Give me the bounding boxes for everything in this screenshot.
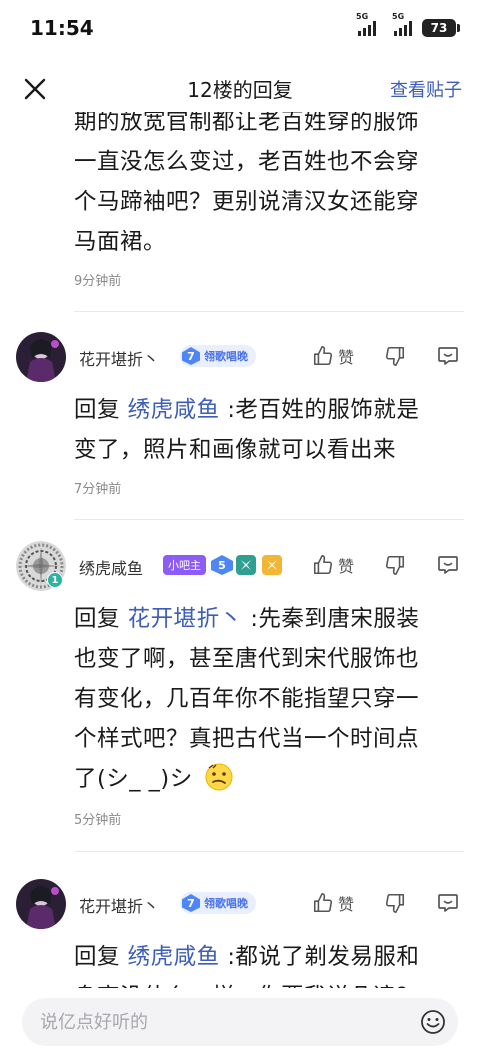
emoji-icon[interactable] <box>420 1009 446 1035</box>
avatar[interactable] <box>16 332 66 382</box>
reply-prefix: 回复 <box>74 606 121 632</box>
divider <box>74 311 464 312</box>
dislike-button[interactable] <box>384 892 406 914</box>
dislike-button[interactable] <box>384 345 406 367</box>
text-line: :老百姓的服饰就是 <box>227 397 420 423</box>
like-button[interactable]: 赞 <box>312 891 354 915</box>
network-label-2: 5G <box>392 12 405 21</box>
avatar[interactable] <box>16 879 66 929</box>
battery-icon: 73 <box>422 19 460 37</box>
comment-icon <box>438 894 458 912</box>
achievement-badge-icon <box>262 555 282 575</box>
divider <box>74 519 464 520</box>
dislike-button[interactable] <box>384 554 406 576</box>
timestamp: 5分钟前 <box>74 813 122 828</box>
status-bar: 11:54 5G 5G 73 <box>0 0 480 56</box>
thumbs-down-icon <box>385 893 405 913</box>
text-line: :先秦到唐宋服装 <box>250 606 420 632</box>
thumbs-up-icon <box>313 555 333 575</box>
like-button[interactable]: 赞 <box>312 553 354 577</box>
text-line: 也变了啊，甚至唐代到宋代服饰也 <box>74 646 420 672</box>
text-line: 个样式吧？真把古代当一个时间点 <box>74 726 420 752</box>
comment-button[interactable] <box>436 553 460 577</box>
signal-icon: 5G <box>356 12 376 36</box>
thumbs-up-icon <box>313 346 333 366</box>
username[interactable]: 花开堪折丶 <box>79 893 159 917</box>
badge-name: 翎歌唱晚 <box>204 350 248 363</box>
status-time: 11:54 <box>30 16 94 40</box>
reply-prefix: 回复 <box>74 397 121 423</box>
text-line: 一直没怎么变过，老百姓也不会穿 <box>74 149 420 175</box>
level-badge[interactable]: 5 <box>211 555 233 575</box>
thinking-emoji-icon <box>205 763 233 791</box>
level-number: 5 <box>218 558 226 572</box>
avatar-level-badge: 1 <box>47 572 63 588</box>
like-button[interactable]: 赞 <box>312 344 354 368</box>
text-line: 马面裙。 <box>74 229 167 255</box>
reply-list[interactable]: 期的放宽官制都让老百姓穿的服饰 一直没怎么变过，老百姓也不会穿 个马蹄袖吧？更别… <box>0 112 480 988</box>
reply-input[interactable] <box>40 1011 370 1033</box>
comment-button[interactable] <box>436 344 460 368</box>
divider <box>74 851 464 852</box>
like-label: 赞 <box>337 557 354 576</box>
reply-actions: 赞 <box>312 344 460 368</box>
like-label: 赞 <box>337 348 354 367</box>
comment-button[interactable] <box>436 891 460 915</box>
like-label: 赞 <box>337 895 354 914</box>
reply-body: 回复 花开堪折丶 :先秦到唐宋服装 也变了啊，甚至唐代到宋代服饰也 有变化，几百… <box>74 599 466 799</box>
avatar-level: 1 <box>51 574 59 586</box>
username[interactable]: 绣虎咸鱼 <box>79 555 143 579</box>
level-badge[interactable]: 7 翎歌唱晚 <box>180 892 256 914</box>
thumbs-up-icon <box>313 893 333 913</box>
comment-icon <box>438 347 458 365</box>
timestamp: 7分钟前 <box>74 482 122 497</box>
level-number: 7 <box>182 894 200 912</box>
mention-link[interactable]: 花开堪折丶 <box>128 606 243 632</box>
username[interactable]: 花开堪折丶 <box>79 346 159 370</box>
reply-body: 回复 绣虎咸鱼 :老百姓的服饰就是 变了，照片和画像就可以看出来 <box>74 390 466 470</box>
text-line: 有变化，几百年你不能指望只穿一 <box>74 686 420 712</box>
thumbs-down-icon <box>385 346 405 366</box>
comment-icon <box>438 556 458 574</box>
main-floor-body: 期的放宽官制都让老百姓穿的服饰 一直没怎么变过，老百姓也不会穿 个马蹄袖吧？更别… <box>74 112 466 262</box>
text-line: 个马蹄袖吧？更别说清汉女还能穿 <box>74 189 420 215</box>
text-line: 了(シ_ _)シ <box>74 766 193 792</box>
text-line: :都说了剃发易服和 <box>227 944 420 970</box>
reply-prefix: 回复 <box>74 944 121 970</box>
reply-input-bar <box>0 988 480 1056</box>
view-post-link[interactable]: 查看贴子 <box>390 76 462 102</box>
badge-name: 翎歌唱晚 <box>204 897 248 910</box>
reply-input-container[interactable] <box>22 998 458 1046</box>
reply-actions: 赞 <box>312 891 460 915</box>
level-number: 7 <box>182 347 200 365</box>
text-line: 身高没什么一样，你要我说几遍？ <box>74 977 466 988</box>
close-icon[interactable] <box>20 74 50 104</box>
text-line: 期的放宽官制都让老百姓穿的服饰 <box>74 112 420 135</box>
reply-body: 回复 绣虎咸鱼 :都说了剃发易服和 身高没什么一样，你要我说几遍？ <box>74 937 466 988</box>
text-line: 变了，照片和画像就可以看出来 <box>74 437 397 463</box>
signal-icon-2: 5G <box>392 12 412 36</box>
network-label: 5G <box>356 12 369 21</box>
battery-level: 73 <box>430 21 448 35</box>
status-icons: 5G 5G 73 <box>356 12 460 37</box>
header: 12楼的回复 查看贴子 <box>0 60 480 116</box>
moderator-badge: 小吧主 <box>163 555 206 575</box>
thumbs-down-icon <box>385 555 405 575</box>
level-badge[interactable]: 7 翎歌唱晚 <box>180 345 256 367</box>
timestamp: 9分钟前 <box>74 274 122 289</box>
reply-actions: 赞 <box>312 553 460 577</box>
mention-link[interactable]: 绣虎咸鱼 <box>128 397 220 423</box>
honor-badge-icon <box>236 555 256 575</box>
mention-link[interactable]: 绣虎咸鱼 <box>128 944 220 970</box>
